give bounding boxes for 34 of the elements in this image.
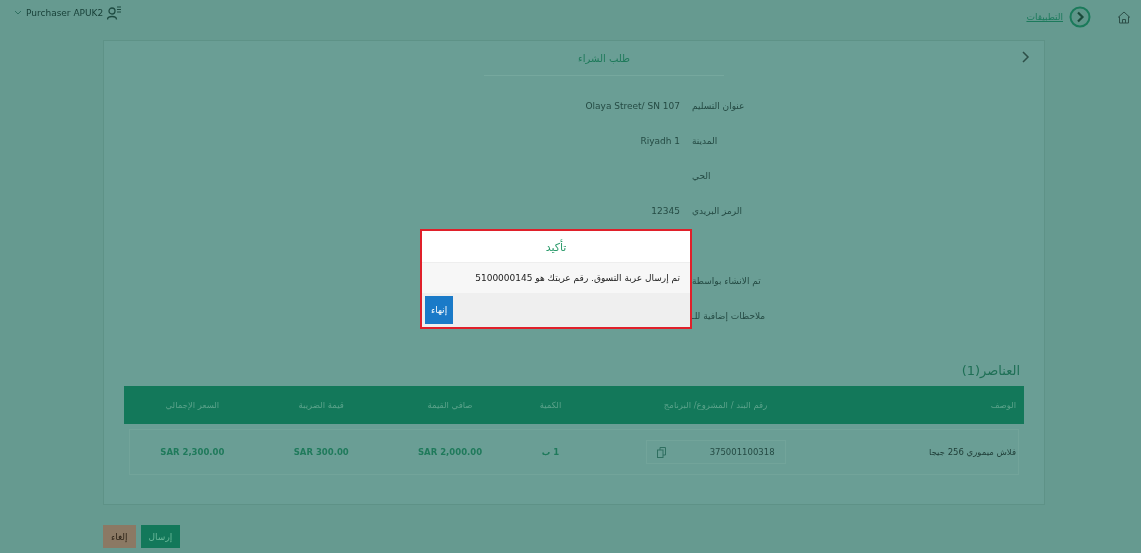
dialog-message: تم إرسال عربة التسوق. رقم عربتك هو 5100000145 [422, 262, 690, 293]
column-header: الكمية [518, 386, 583, 424]
field-value: 12345 [650, 205, 680, 216]
column-header: الوصف [848, 386, 1024, 424]
table-cell: SAR 300.00 [260, 424, 382, 480]
field-value: Riyadh 1 [639, 135, 680, 146]
items-heading: العناصر(1) [960, 363, 1020, 378]
field-label: الحي [692, 170, 712, 181]
column-header: صافي القيمة [381, 386, 519, 424]
field-label: عنوان التسليم [692, 100, 746, 111]
field-label: المدينة [692, 135, 719, 146]
field-value: Olaya Street/ SN 107 [584, 100, 680, 111]
table-cell: SAR 2,000.00 [381, 424, 519, 480]
column-header: السعر الإجمالي [124, 386, 261, 424]
column-header: رقم البند / المشروع/ البرنامج [582, 386, 849, 424]
chevron-right-circle-icon[interactable] [1069, 6, 1091, 28]
copy-icon[interactable] [656, 446, 666, 458]
field-label: الرمز البريدي [692, 205, 744, 216]
cancel-button[interactable]: إلغاء [103, 525, 136, 548]
card-title: طلب الشراء [578, 52, 630, 64]
user-icon[interactable] [107, 6, 122, 20]
home-icon[interactable] [1117, 10, 1131, 24]
column-header: قيمة الضريبة [260, 386, 382, 424]
finish-button[interactable]: إنهاء [425, 296, 454, 324]
submit-button[interactable]: إرسال [140, 525, 181, 548]
user-menu[interactable]: Purchaser APUK2 [26, 8, 104, 18]
field-label: ملاحظات إضافية للـ [692, 310, 767, 321]
table-cell: SAR 2,300.00 [124, 424, 261, 480]
field-label: تم الانشاء بواسطة [692, 275, 762, 286]
dialog-title: تأكيد [544, 238, 568, 256]
chevron-down-icon[interactable] [14, 10, 22, 16]
item-number: 375001100318 [709, 447, 775, 457]
table-cell: فلاش ميموري 256 جيجا [848, 424, 1024, 480]
table-cell: 1 ب [518, 424, 583, 480]
